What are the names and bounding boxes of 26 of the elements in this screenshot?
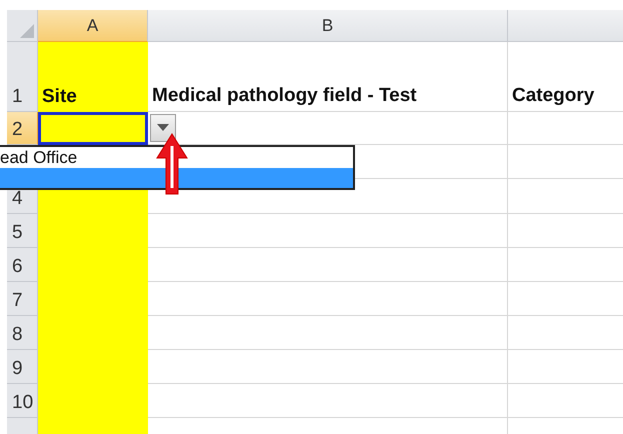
- row-header[interactable]: 1: [7, 42, 38, 112]
- column-header[interactable]: A: [38, 10, 148, 42]
- table-cell[interactable]: Site: [38, 42, 148, 112]
- table-cell[interactable]: [148, 350, 508, 384]
- dropdown-button[interactable]: [150, 114, 176, 142]
- row-header[interactable]: 10: [7, 384, 38, 418]
- table-cell[interactable]: [148, 112, 508, 145]
- column-header[interactable]: B: [148, 10, 508, 42]
- row-header[interactable]: 5: [7, 214, 38, 248]
- table-cell[interactable]: [148, 248, 508, 282]
- row-header[interactable]: 7: [7, 282, 38, 316]
- row-header[interactable]: 9: [7, 350, 38, 384]
- row-header[interactable]: 6: [7, 248, 38, 282]
- table-cell[interactable]: Category: [508, 42, 623, 112]
- active-cell[interactable]: [38, 112, 148, 145]
- column-header[interactable]: [508, 10, 623, 42]
- table-cell[interactable]: [148, 282, 508, 316]
- table-cell[interactable]: [148, 214, 508, 248]
- table-cell[interactable]: [148, 316, 508, 350]
- select-all-corner[interactable]: [7, 10, 38, 42]
- row-header[interactable]: 8: [7, 316, 38, 350]
- row-header[interactable]: 2: [7, 112, 38, 145]
- table-cell[interactable]: Medical pathology field - Test: [148, 42, 508, 112]
- corner-triangle-icon: [20, 24, 34, 38]
- dropdown-option[interactable]: ead Office: [0, 147, 353, 168]
- table-cell[interactable]: [148, 384, 508, 418]
